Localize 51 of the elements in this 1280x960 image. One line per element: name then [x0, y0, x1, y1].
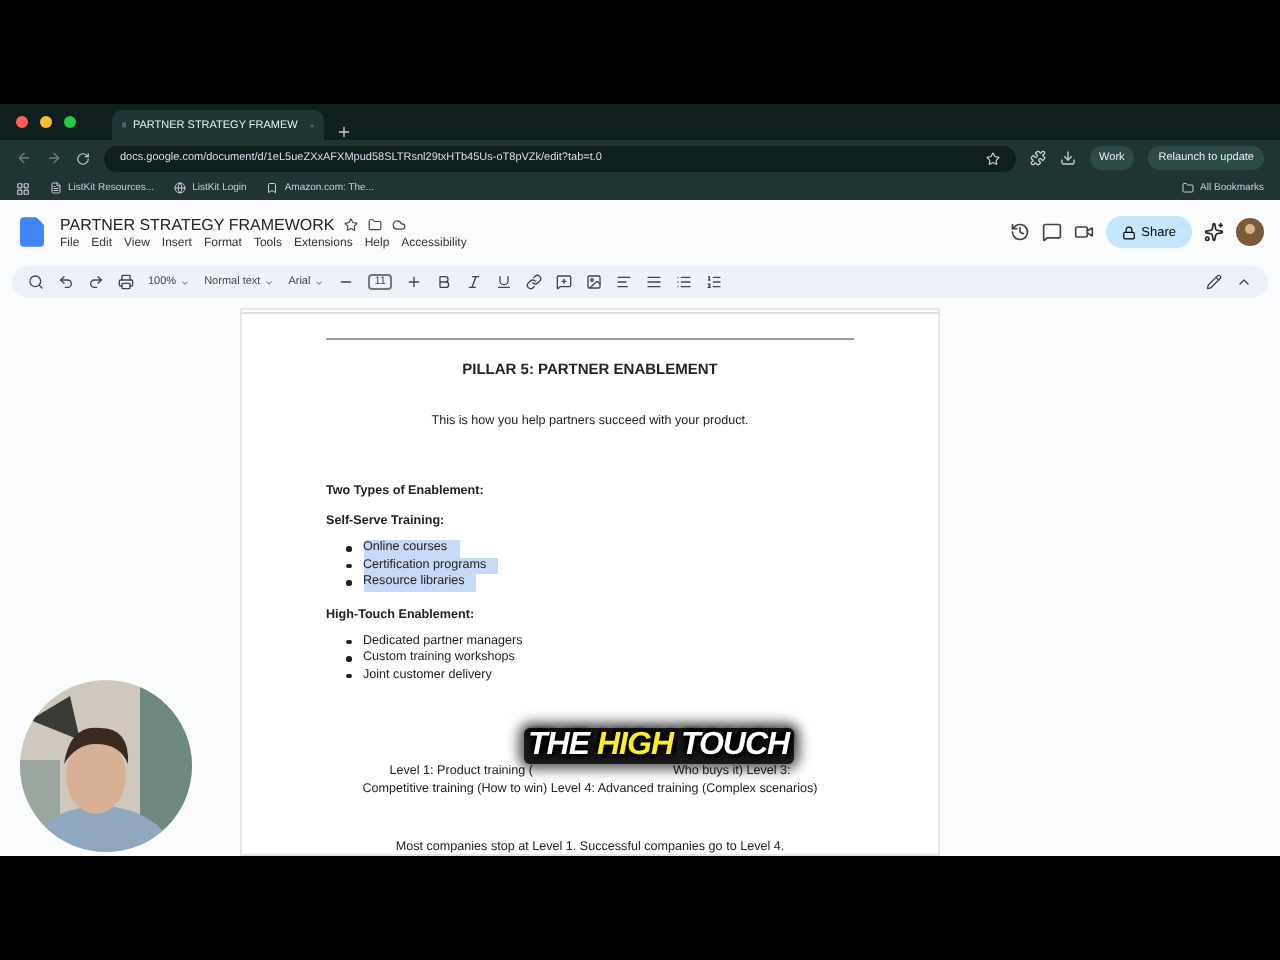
avatar-icon[interactable] — [1236, 218, 1264, 246]
bold-icon[interactable] — [435, 274, 452, 290]
increase-size-icon[interactable] — [405, 274, 422, 290]
undo-icon[interactable] — [58, 274, 74, 290]
underline-icon[interactable] — [495, 274, 512, 290]
extensions-icon[interactable] — [1029, 150, 1046, 166]
editing-icon[interactable] — [1206, 274, 1222, 290]
bullet-icon — [346, 546, 351, 551]
history-icon[interactable] — [1009, 222, 1030, 242]
caret-icon — [314, 277, 325, 287]
document-title[interactable]: PARTNER STRATEGY FRAMEWORK — [60, 215, 335, 233]
cloud-icon[interactable] — [392, 217, 407, 231]
bullet-icon — [346, 639, 351, 644]
bullet-icon — [346, 656, 351, 661]
new-tab-icon[interactable] — [336, 124, 352, 140]
back-icon[interactable] — [16, 150, 32, 166]
caret-icon — [264, 277, 275, 287]
lock-icon — [1121, 225, 1136, 239]
docs-logo-icon[interactable] — [16, 216, 48, 248]
bullet-icon — [346, 673, 351, 678]
sparkle-icon[interactable] — [1204, 222, 1224, 242]
comments-icon[interactable] — [1041, 222, 1062, 242]
apps-icon[interactable] — [16, 181, 30, 195]
bullet-icon — [346, 580, 351, 585]
image-icon[interactable] — [585, 274, 602, 290]
forward-icon[interactable] — [46, 150, 62, 166]
search-icon[interactable] — [28, 274, 44, 290]
globe-icon — [174, 182, 187, 194]
download-icon[interactable] — [1059, 150, 1076, 166]
bookmark-star-icon[interactable] — [985, 151, 1000, 165]
redo-icon[interactable] — [88, 274, 104, 290]
link-icon[interactable] — [525, 274, 542, 290]
video-icon[interactable] — [1073, 222, 1094, 242]
line-spacing-icon[interactable] — [645, 274, 662, 290]
folder-icon — [1182, 182, 1195, 194]
bookmark-icon — [266, 182, 279, 194]
print-icon[interactable] — [118, 274, 134, 290]
add-comment-icon[interactable] — [555, 274, 572, 290]
close-window-icon[interactable] — [16, 116, 28, 128]
italic-icon[interactable] — [465, 274, 482, 290]
bullet-icon — [346, 563, 351, 568]
collapse-icon[interactable] — [1236, 274, 1252, 290]
caret-icon — [180, 277, 191, 287]
maximize-icon[interactable] — [64, 116, 76, 128]
star-icon[interactable] — [344, 217, 359, 231]
numbered-list-icon[interactable] — [705, 274, 722, 290]
minimize-icon[interactable] — [40, 116, 52, 128]
folder-icon[interactable] — [368, 217, 383, 231]
reload-icon[interactable] — [76, 151, 90, 165]
bulleted-list-icon[interactable] — [675, 274, 692, 290]
align-icon[interactable] — [615, 274, 632, 290]
